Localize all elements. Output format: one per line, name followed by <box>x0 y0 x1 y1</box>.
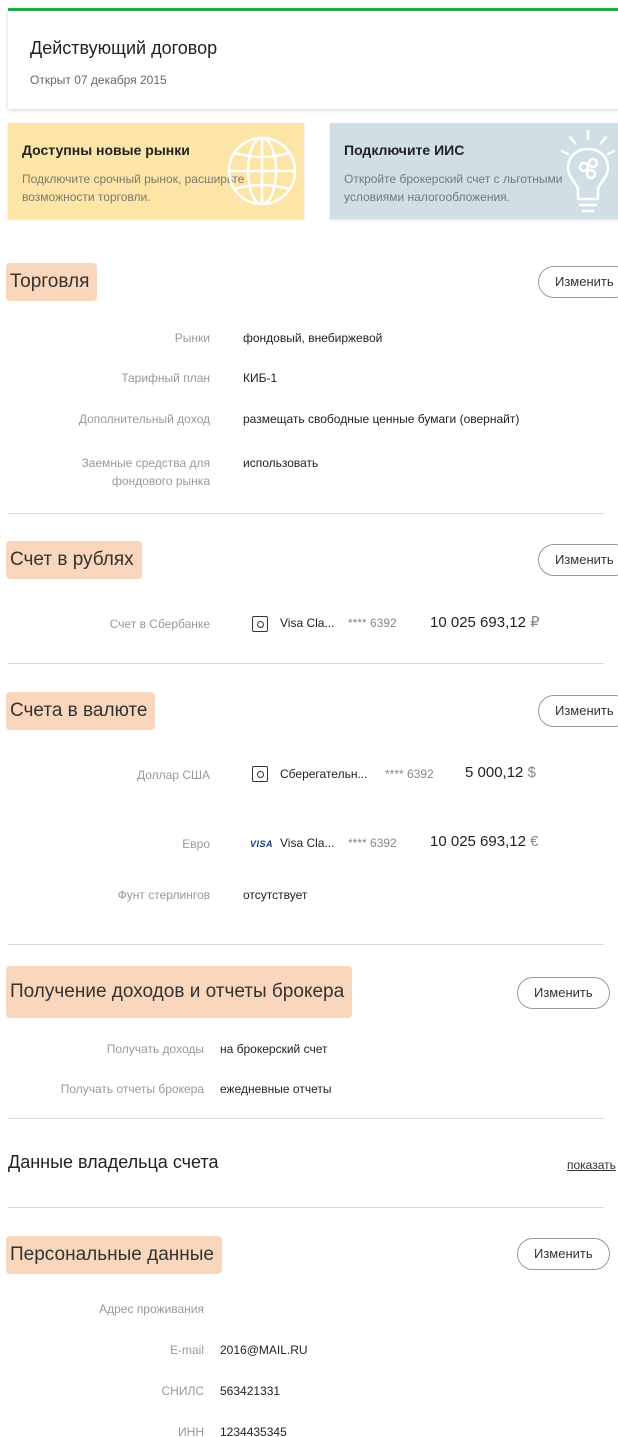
show-owner-data-link[interactable]: показать <box>567 1158 616 1172</box>
section-title-personal-data: Персональные данные <box>6 1236 222 1274</box>
value-gbp: отсутствует <box>243 888 308 902</box>
contract-card: Действующий договор Открыт 07 декабря 20… <box>8 8 618 109</box>
edit-personal-data-button[interactable]: Изменить <box>517 1238 610 1270</box>
card-name: Сберегательн... <box>280 767 368 781</box>
value-tariff: КИБ-1 <box>243 371 278 385</box>
safe-icon <box>252 766 268 782</box>
label-receive-income: Получать доходы <box>106 1042 204 1056</box>
value-snils: 563421331 <box>220 1384 281 1398</box>
divider <box>8 663 604 664</box>
label-snils: СНИЛС <box>161 1384 205 1398</box>
lightbulb-icon <box>560 129 616 213</box>
currency-symbol: € <box>530 833 539 850</box>
label-markets: Рынки <box>174 331 210 345</box>
divider <box>8 1118 604 1119</box>
label-inn: ИНН <box>178 1425 204 1437</box>
promo-title: Подключите ИИС <box>344 142 465 158</box>
section-title-fx-accounts: Счета в валюте <box>6 692 156 730</box>
card-name: Visa Cla... <box>280 836 335 850</box>
contract-title: Действующий договор <box>30 38 218 58</box>
divider <box>8 1207 604 1208</box>
amount-value: 5 000,12 <box>465 764 524 781</box>
promo-title: Доступны новые рынки <box>22 142 190 158</box>
label-tariff: Тарифный план <box>121 371 210 385</box>
globe-icon <box>227 136 297 206</box>
section-title-income-reports: Получение доходов и отчеты брокера <box>6 966 353 1018</box>
label-email: E-mail <box>169 1343 204 1357</box>
label-sberbank-account: Счет в Сбербанке <box>109 617 210 631</box>
edit-income-button[interactable]: Изменить <box>517 977 610 1009</box>
contract-opened-date: Открыт 07 декабря 2015 <box>30 73 167 87</box>
owner-data-title: Данные владельца счета <box>8 1152 219 1172</box>
card-masked-number: **** 6392 <box>348 836 397 850</box>
card-name: Visa Cla... <box>280 616 335 630</box>
label-line: фондового рынка <box>112 474 210 488</box>
card-masked-number: **** 6392 <box>348 616 397 630</box>
value-email: 2016@MAIL.RU <box>220 1343 308 1357</box>
section-title-trading: Торговля <box>6 263 98 301</box>
edit-rub-account-button[interactable]: Изменить <box>538 544 618 576</box>
value-markets: фондовый, внебиржевой <box>243 331 383 345</box>
label-receive-reports: Получать отчеты брокера <box>60 1082 204 1096</box>
currency-symbol: $ <box>527 764 536 781</box>
promo-text: Откройте брокерский счет с льготными усл… <box>344 172 563 204</box>
account-balance: 10 025 693,12 ₽ <box>430 613 540 631</box>
value-receive-reports: ежедневные отчеты <box>220 1082 332 1096</box>
currency-symbol: ₽ <box>530 614 540 631</box>
card-masked-number: **** 6392 <box>385 767 434 781</box>
divider <box>8 944 604 945</box>
amount-value: 10 025 693,12 <box>430 833 526 850</box>
label-gbp: Фунт стерлингов <box>117 888 210 902</box>
safe-icon <box>252 616 268 632</box>
label-line: Заемные средства для <box>81 456 210 470</box>
label-borrowed-funds: Заемные средства для фондового рынка <box>82 454 210 490</box>
account-balance: 5 000,12 $ <box>465 764 536 781</box>
value-receive-income: на брокерский счет <box>220 1042 328 1056</box>
amount-value: 10 025 693,12 <box>430 614 526 631</box>
label-eur: Евро <box>182 837 210 851</box>
label-address: Адрес проживания <box>99 1302 204 1316</box>
visa-logo: VISA <box>250 839 274 849</box>
label-extra-income: Дополнительный доход <box>78 412 210 426</box>
label-usd: Доллар США <box>136 768 210 782</box>
promo-new-markets[interactable]: Доступны новые рынки Подключите срочный … <box>8 123 304 219</box>
edit-fx-accounts-button[interactable]: Изменить <box>538 695 618 727</box>
divider <box>8 513 604 514</box>
account-balance: 10 025 693,12 € <box>430 833 538 850</box>
value-extra-income: размещать свободные ценные бумаги (оверн… <box>243 412 520 426</box>
value-borrowed-funds: использовать <box>243 456 319 470</box>
section-title-rub-account: Счет в рублях <box>6 541 142 579</box>
value-inn: 1234435345 <box>220 1425 287 1437</box>
edit-trading-button[interactable]: Изменить <box>538 266 618 298</box>
promo-iis[interactable]: Подключите ИИС Откройте брокерский счет … <box>330 123 618 219</box>
